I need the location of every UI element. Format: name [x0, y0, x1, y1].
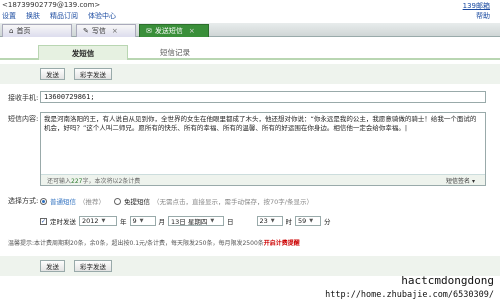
signature-label: 短信签名 [446, 178, 471, 185]
day-select[interactable]: 13日 星期四 ▼ [168, 216, 224, 226]
top-button-row: 发送 彩字发送 [0, 64, 500, 84]
sms-icon: ✉ [146, 27, 152, 35]
compose-icon: ✎ [83, 27, 89, 35]
signature-dropdown[interactable]: 短信签名 ▾ [446, 176, 475, 185]
month-unit: 月 [158, 218, 166, 226]
message-text: 我是河南洛阳的王，有人说自从见到你，全世界的女生在他眼里都成了木头，他还想对你说… [44, 115, 477, 132]
chevron-down-icon: ▼ [270, 218, 275, 224]
settings-link[interactable]: 设置 [2, 11, 16, 21]
normal-sms-radio[interactable] [40, 197, 47, 205]
subtab-send-sms[interactable]: 发短信 [38, 45, 128, 60]
flash-sms-radio[interactable] [114, 197, 121, 205]
hour-value: 23 [259, 217, 268, 225]
close-icon[interactable]: × [189, 27, 195, 35]
experience-center-link[interactable]: 体验中心 [88, 11, 116, 21]
top-bar: <18739902779@139.com> 设置 换肤 精品订阅 体验中心 13… [0, 0, 500, 22]
bottom-button-row: 发送 彩字发送 [0, 256, 500, 276]
tab-compose-label: 写信 [91, 27, 106, 35]
billing-tip-text: 温馨提示:本计费周期剩20条，余0条，超出按0.1元/条计费，每天限发250条，… [8, 240, 264, 247]
month-value: 9 [132, 217, 137, 225]
hour-unit: 时 [285, 218, 293, 226]
account-email: <18739902779@139.com> [2, 1, 101, 9]
chevron-down-icon: ▼ [101, 218, 106, 224]
billing-reminder-link[interactable]: 开启计费提醒 [264, 240, 300, 247]
message-footer: 还可输入227字，本次将以2条计费 短信签名 ▾ [41, 174, 485, 185]
skin-link[interactable]: 换肤 [26, 11, 40, 21]
chevron-down-icon: ▼ [309, 218, 314, 224]
send-button[interactable]: 发送 [40, 260, 65, 272]
tab-compose[interactable]: ✎ 写信 × [76, 24, 136, 37]
top-links: 设置 换肤 精品订阅 体验中心 [2, 11, 116, 21]
minute-value: 59 [298, 217, 307, 225]
year-select[interactable]: 2012 ▼ [79, 216, 117, 226]
hour-select[interactable]: 23 ▼ [256, 216, 283, 226]
subscribe-link[interactable]: 精品订阅 [50, 11, 78, 21]
message-textarea[interactable]: 我是河南洛阳的王，有人说自从见到你，全世界的女生在他眼里都成了木头，他还想对你说… [40, 112, 486, 186]
tab-home-label: 首页 [16, 27, 31, 35]
chevron-down-icon: ▼ [139, 218, 144, 224]
day-unit: 日 [227, 218, 234, 226]
phone-label: 接收手机: [8, 94, 39, 102]
char-counter: 还可输入227字，本次将以2条计费 [47, 176, 140, 185]
mms-send-button[interactable]: 彩字发送 [74, 68, 112, 80]
counter-prefix: 还可输入 [47, 178, 72, 185]
schedule-row: ✓ 定时发送 2012 ▼ 年 9 ▼ 月 13日 星期四 ▼ 日 23 ▼ 时 59 ▼… [40, 216, 331, 226]
schedule-checkbox[interactable]: ✓ [40, 217, 47, 225]
mms-send-button[interactable]: 彩字发送 [74, 260, 112, 272]
chevron-down-icon: ▾ [471, 178, 475, 185]
tab-send-sms-label: 发送短信 [154, 27, 183, 35]
sms-type-options: 普通短信 （推荐） 免提短信 （无需点击，直接显示，需手动保存，按70字/条显示… [40, 196, 313, 206]
phone-input[interactable]: 13600729861; [40, 91, 486, 103]
options-label: 选择方式: [8, 197, 39, 205]
message-label: 短信内容: [8, 115, 39, 123]
close-icon[interactable]: × [112, 27, 118, 35]
flash-sms-label: 免提短信 [124, 198, 150, 206]
watermark-name: hactcmdongdong [401, 274, 494, 287]
home-icon: ⌂ [9, 27, 14, 35]
sub-tabs: 发短信 短信记录 [0, 42, 500, 60]
brand-link[interactable]: 139邮箱 [463, 1, 490, 11]
schedule-label: 定时发送 [50, 218, 76, 226]
minute-select[interactable]: 59 ▼ [295, 216, 321, 226]
counter-value: 227 [71, 178, 83, 185]
minute-unit: 分 [324, 218, 331, 226]
tab-home[interactable]: ⌂ 首页 [2, 24, 72, 37]
day-value: 13日 星期四 [171, 218, 208, 226]
tab-bar: ⌂ 首页 ✎ 写信 × ✉ 发送短信 × [0, 23, 500, 37]
billing-tip: 温馨提示:本计费周期剩20条，余0条，超出按0.1元/条计费，每天限发250条，… [8, 238, 300, 247]
year-value: 2012 [82, 217, 99, 225]
chevron-down-icon: ▼ [210, 218, 215, 224]
tab-send-sms[interactable]: ✉ 发送短信 × [139, 24, 209, 37]
subtab-sms-records[interactable]: 短信记录 [130, 45, 220, 60]
month-select[interactable]: 9 ▼ [129, 216, 156, 226]
send-button[interactable]: 发送 [40, 68, 65, 80]
flash-sms-note: （无需点击，直接显示，需手动保存，按70字/条显示） [153, 198, 313, 206]
normal-sms-label: 普通短信 [50, 198, 76, 206]
year-unit: 年 [120, 218, 127, 226]
watermark-url: http://home.zhubajie.com/6530309/ [325, 290, 494, 300]
help-link[interactable]: 帮助 [476, 11, 490, 21]
normal-sms-note: （推荐） [79, 198, 105, 206]
counter-suffix: 字，本次将以2条计费 [82, 178, 141, 185]
